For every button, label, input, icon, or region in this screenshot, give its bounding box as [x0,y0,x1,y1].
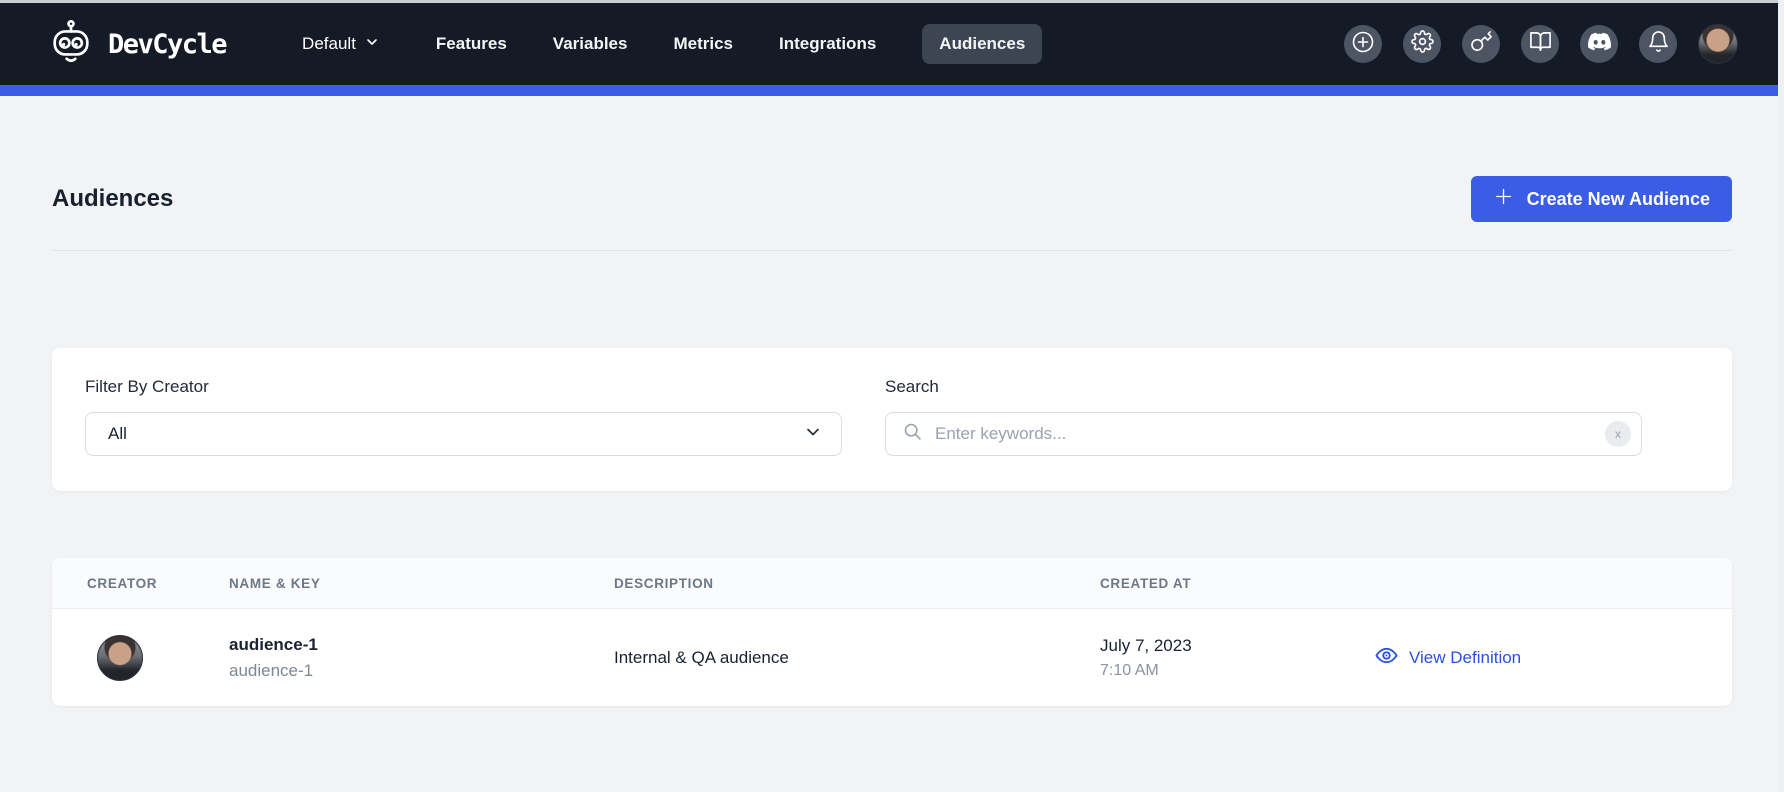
plus-icon [1493,186,1514,212]
filters-card: Filter By Creator All Search x [52,348,1732,491]
discord-icon [1588,30,1611,58]
audiences-table: Creator Name & Key Description Created A… [52,558,1732,706]
audience-key: audience-1 [229,661,614,681]
key-icon [1470,30,1493,58]
creator-filter-select[interactable]: All [85,412,842,456]
actions-cell: View Definition [1375,644,1732,672]
created-date: July 7, 2023 [1100,636,1375,656]
brand-logo[interactable]: DevCycle [48,19,226,70]
audience-name: audience-1 [229,635,614,655]
user-avatar[interactable] [1698,24,1738,64]
create-new-button[interactable] [1344,25,1382,63]
view-definition-link[interactable]: View Definition [1375,644,1732,672]
create-new-audience-label: Create New Audience [1527,189,1710,210]
discord-button[interactable] [1580,25,1618,63]
search-filter: Search x [885,377,1642,456]
audiences-page: DevCycle Default Features Variables Metr… [0,0,1784,792]
creator-filter-label: Filter By Creator [85,377,842,397]
search-box: x [885,412,1642,456]
project-selector-label: Default [302,34,356,54]
header-divider [52,250,1732,251]
main-content: Audiences Create New Audience Filter By … [52,96,1732,706]
project-selector[interactable]: Default [302,34,380,55]
created-time: 7:10 AM [1100,662,1375,680]
main-nav: Features Variables Metrics Integrations … [436,24,1042,64]
creator-cell [87,635,229,681]
top-accent-bar [0,85,1784,96]
view-definition-label: View Definition [1409,648,1521,668]
nav-item-integrations[interactable]: Integrations [779,34,876,54]
search-input[interactable] [935,424,1593,444]
navbar-actions [1344,24,1738,64]
brand-name: DevCycle [108,29,226,60]
book-icon [1529,30,1552,58]
create-new-audience-button[interactable]: Create New Audience [1471,176,1732,222]
nav-item-variables[interactable]: Variables [553,34,628,54]
chevron-down-icon [803,422,823,447]
table-header-row: Creator Name & Key Description Created A… [52,558,1732,609]
creator-avatar [97,635,143,681]
docs-button[interactable] [1521,25,1559,63]
page-header: Audiences Create New Audience [52,96,1732,222]
column-header-created-at: Created At [1100,576,1375,591]
created-at-cell: July 7, 2023 7:10 AM [1100,636,1375,680]
description-cell: Internal & QA audience [614,648,1100,668]
chevron-down-icon [364,34,380,55]
clear-search-button[interactable]: x [1605,421,1631,447]
gear-icon [1411,30,1434,58]
bell-icon [1647,30,1670,58]
api-keys-button[interactable] [1462,25,1500,63]
search-label: Search [885,377,1642,397]
nav-item-audiences[interactable]: Audiences [922,24,1042,64]
name-key-cell: audience-1 audience-1 [229,635,614,681]
creator-filter: Filter By Creator All [85,377,842,456]
nav-item-features[interactable]: Features [436,34,507,54]
creator-filter-value: All [108,424,803,444]
window-right-edge [1778,0,1784,792]
top-navbar: DevCycle Default Features Variables Metr… [0,3,1784,85]
nav-item-metrics[interactable]: Metrics [673,34,733,54]
eye-icon [1375,644,1398,672]
column-header-creator: Creator [87,576,229,591]
search-icon [902,421,923,447]
plus-circle-icon [1351,30,1375,59]
table-row[interactable]: audience-1 audience-1 Internal & QA audi… [52,609,1732,706]
column-header-description: Description [614,576,1100,591]
column-header-name-key: Name & Key [229,576,614,591]
notifications-button[interactable] [1639,25,1677,63]
settings-button[interactable] [1403,25,1441,63]
page-title: Audiences [52,185,173,213]
devcycle-robot-icon [48,19,94,70]
